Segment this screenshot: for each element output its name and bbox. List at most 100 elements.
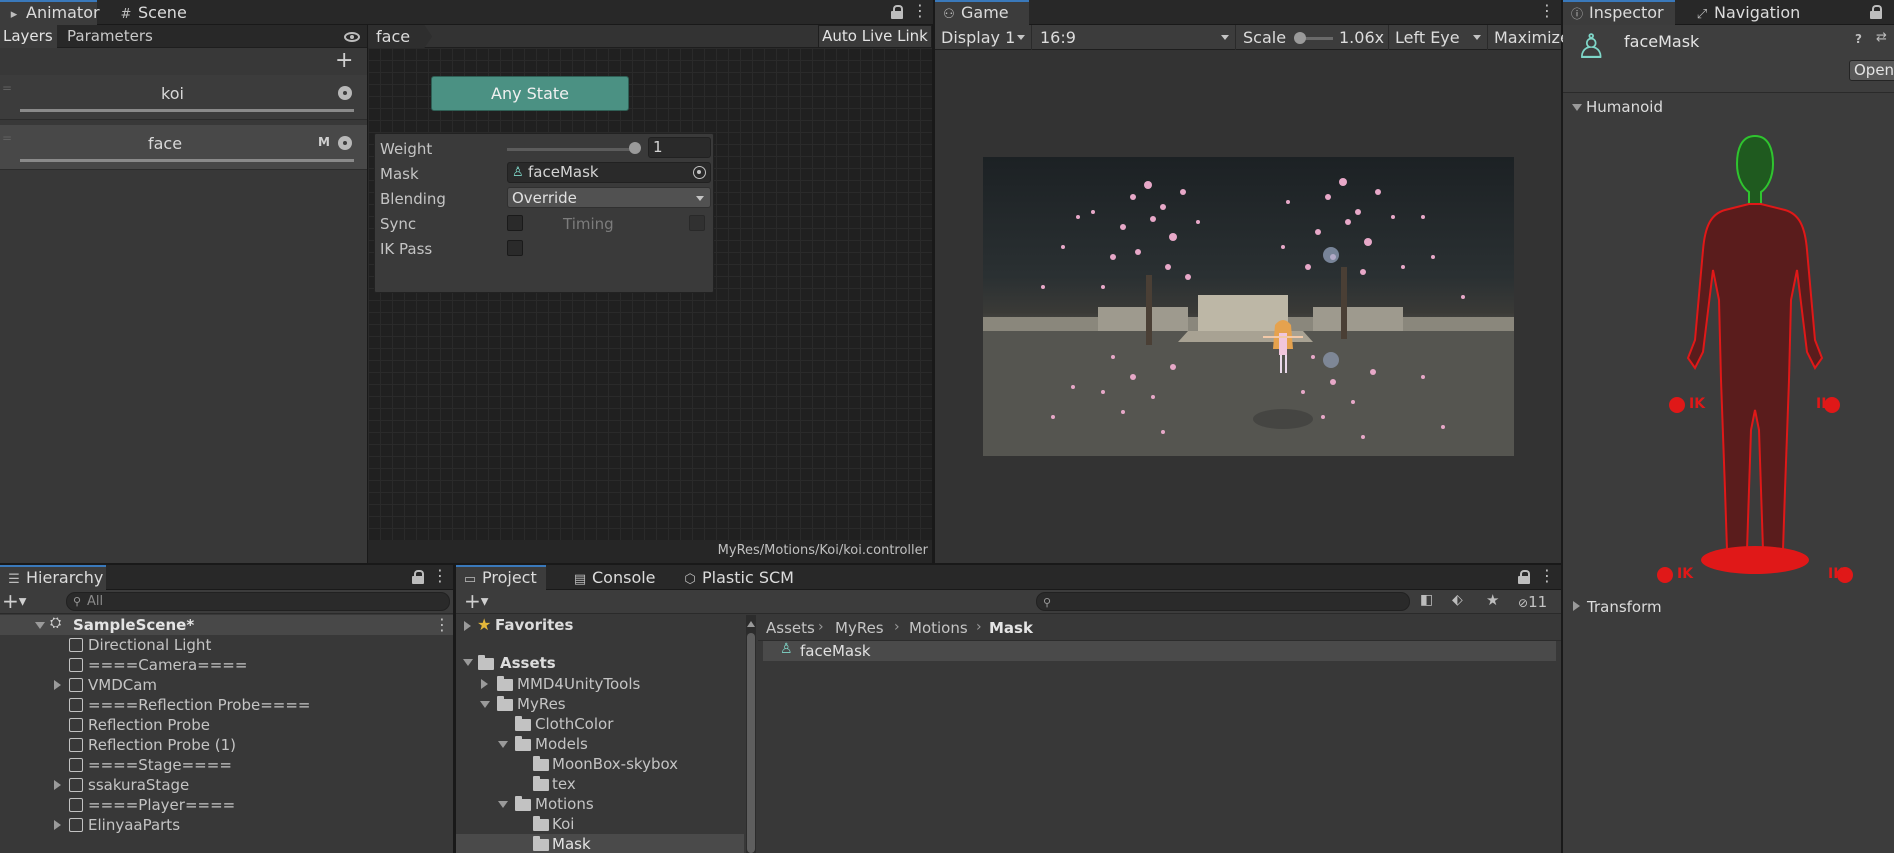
scrollbar-up-arrow-icon[interactable] bbox=[747, 621, 755, 627]
assets-label[interactable]: Assets bbox=[500, 654, 556, 672]
scene-foldout-arrow[interactable] bbox=[35, 622, 45, 629]
sync-checkbox[interactable] bbox=[507, 215, 523, 231]
hierarchy-item[interactable]: ssakuraStage bbox=[0, 775, 453, 795]
hierarchy-item[interactable]: Reflection Probe (1) bbox=[0, 735, 453, 755]
hierarchy-item[interactable]: ====Reflection Probe==== bbox=[0, 695, 453, 715]
expand-arrow-icon[interactable] bbox=[54, 780, 61, 790]
humanoid-label[interactable]: Humanoid bbox=[1586, 98, 1663, 116]
project-add-button[interactable]: +▼ bbox=[464, 590, 488, 614]
tree-item[interactable]: ClothColor bbox=[456, 714, 744, 734]
tree-item[interactable]: Motions bbox=[456, 794, 744, 814]
animator-menu-icon[interactable]: ⋮ bbox=[912, 0, 928, 25]
tree-item[interactable]: MyRes bbox=[456, 694, 744, 714]
project-search-input[interactable]: ⚲ bbox=[1036, 592, 1410, 611]
tree-item-selected[interactable]: Mask bbox=[456, 834, 744, 853]
tree-item[interactable]: MMD4UnityTools bbox=[456, 674, 744, 694]
scene-menu-icon[interactable]: ⋮ bbox=[434, 615, 450, 634]
weight-slider-thumb[interactable] bbox=[629, 142, 641, 154]
inspector-lock-icon[interactable] bbox=[1870, 5, 1882, 19]
hierarchy-search-input[interactable]: ⚲ All bbox=[66, 592, 450, 611]
expand-arrow-icon[interactable] bbox=[481, 679, 488, 689]
layer-row-koi[interactable]: = koi bbox=[0, 75, 367, 120]
breadcrumb-motions[interactable]: Motions bbox=[909, 619, 968, 637]
presets-icon[interactable]: ⇄ bbox=[1876, 30, 1887, 45]
humanoid-foldout-arrow[interactable] bbox=[1572, 104, 1582, 111]
collapse-arrow-icon[interactable] bbox=[480, 701, 490, 708]
tab-navigation[interactable]: ⤢ Navigation bbox=[1688, 0, 1808, 25]
blending-dropdown[interactable]: Override bbox=[507, 187, 711, 208]
expand-arrow-icon[interactable] bbox=[54, 680, 61, 690]
graph-breadcrumb[interactable]: face bbox=[368, 25, 433, 48]
collapse-arrow-icon[interactable] bbox=[498, 741, 508, 748]
subtab-parameters[interactable]: Parameters bbox=[67, 25, 153, 48]
project-menu-icon[interactable]: ⋮ bbox=[1539, 565, 1555, 590]
object-picker-icon[interactable] bbox=[693, 166, 706, 179]
tab-plastic-scm[interactable]: ⬡ Plastic SCM bbox=[676, 565, 802, 590]
tab-animator[interactable]: ▸ Animator bbox=[0, 0, 100, 25]
hierarchy-add-button[interactable]: +▼ bbox=[2, 590, 26, 614]
scale-slider-thumb[interactable] bbox=[1294, 32, 1306, 44]
tab-project[interactable]: ▭ Project bbox=[456, 565, 546, 590]
project-tree-scrollbar[interactable] bbox=[746, 615, 756, 853]
transform-label[interactable]: Transform bbox=[1587, 598, 1662, 616]
tab-inspector[interactable]: ⓘ Inspector bbox=[1563, 0, 1675, 25]
hierarchy-item[interactable]: Reflection Probe bbox=[0, 715, 453, 735]
breadcrumb-myres[interactable]: MyRes bbox=[835, 619, 884, 637]
collapse-arrow-icon[interactable] bbox=[498, 801, 508, 808]
favorites-label[interactable]: Favorites bbox=[495, 616, 573, 634]
scrollbar-thumb[interactable] bbox=[747, 633, 755, 853]
humanoid-body-diagram[interactable] bbox=[1655, 130, 1855, 590]
hierarchy-menu-icon[interactable]: ⋮ bbox=[432, 565, 448, 590]
expand-arrow-icon[interactable] bbox=[54, 820, 61, 830]
tab-scene[interactable]: # Scene bbox=[112, 0, 195, 25]
lock-icon[interactable] bbox=[891, 5, 903, 19]
search-by-type-icon[interactable]: ◧ bbox=[1420, 592, 1433, 608]
tree-item[interactable]: MoonBox-skybox bbox=[456, 754, 744, 774]
add-layer-button[interactable]: + bbox=[335, 49, 353, 73]
tab-game[interactable]: ⚇ Game bbox=[935, 0, 1029, 25]
hierarchy-lock-icon[interactable] bbox=[412, 570, 424, 584]
timing-checkbox[interactable] bbox=[689, 215, 705, 231]
hierarchy-item[interactable]: ====Camera==== bbox=[0, 655, 453, 675]
game-menu-icon[interactable]: ⋮ bbox=[1539, 0, 1555, 25]
auto-live-link-button[interactable]: Auto Live Link bbox=[818, 25, 932, 48]
ik-pass-checkbox[interactable] bbox=[507, 240, 523, 256]
layer-settings-gear-icon[interactable] bbox=[338, 136, 352, 150]
breadcrumb-assets[interactable]: Assets bbox=[766, 619, 815, 637]
hierarchy-item[interactable]: VMDCam bbox=[0, 675, 453, 695]
scene-row[interactable]: ⛭ SampleScene* ⋮ bbox=[0, 615, 453, 635]
weight-slider-track[interactable] bbox=[507, 148, 637, 151]
layer-row-face[interactable]: = face M bbox=[0, 125, 367, 170]
collapse-arrow-icon[interactable] bbox=[463, 659, 473, 666]
hierarchy-item[interactable]: Directional Light bbox=[0, 635, 453, 655]
file-row[interactable]: ♙ faceMask bbox=[763, 641, 1556, 661]
tree-item[interactable]: Models bbox=[456, 734, 744, 754]
tree-item[interactable]: tex bbox=[456, 774, 744, 794]
display-dropdown[interactable]: Display 1 bbox=[935, 25, 1032, 50]
transform-foldout-arrow[interactable] bbox=[1573, 601, 1580, 611]
hierarchy-item[interactable]: ====Player==== bbox=[0, 795, 453, 815]
project-lock-icon[interactable] bbox=[1518, 570, 1530, 584]
visibility-eye-icon[interactable] bbox=[344, 32, 360, 42]
hierarchy-item[interactable]: ElinyaaParts bbox=[0, 815, 453, 835]
hierarchy-item[interactable]: ====Stage==== bbox=[0, 755, 453, 775]
open-button[interactable]: Open bbox=[1849, 60, 1894, 81]
aspect-dropdown[interactable]: 16:9 bbox=[1034, 25, 1236, 50]
subtab-layers[interactable]: Layers bbox=[0, 25, 57, 48]
game-render-image[interactable] bbox=[983, 157, 1514, 456]
any-state-node[interactable]: Any State bbox=[431, 76, 629, 111]
tab-console[interactable]: ▤ Console bbox=[566, 565, 664, 590]
tab-hierarchy[interactable]: ☰ Hierarchy bbox=[0, 565, 106, 590]
animator-graph[interactable] bbox=[368, 48, 932, 540]
layer-settings-gear-icon[interactable] bbox=[338, 86, 352, 100]
hidden-packages-toggle[interactable]: ⊘11 bbox=[1518, 593, 1547, 611]
expand-arrow-icon[interactable] bbox=[464, 621, 471, 631]
mask-object-field[interactable]: ♙ faceMask bbox=[507, 162, 711, 183]
breadcrumb-mask[interactable]: Mask bbox=[989, 619, 1033, 637]
favorite-star-icon[interactable]: ★ bbox=[1486, 591, 1499, 609]
search-by-label-icon[interactable]: ⬖ bbox=[1452, 592, 1463, 608]
help-icon[interactable]: ? bbox=[1855, 32, 1862, 46]
weight-input[interactable]: 1 bbox=[648, 137, 711, 158]
tree-item[interactable]: Koi bbox=[456, 814, 744, 834]
maximize-toggle[interactable]: Maximize bbox=[1494, 25, 1570, 50]
